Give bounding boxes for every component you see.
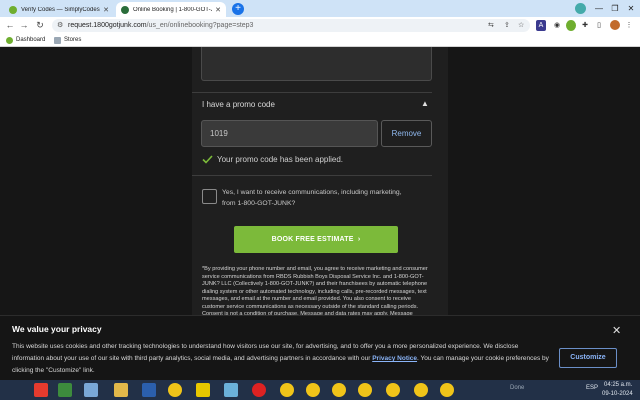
chrome-icon[interactable] xyxy=(306,383,320,397)
reload-icon[interactable]: ↻ xyxy=(34,17,46,34)
file-explorer-icon[interactable] xyxy=(114,383,128,397)
close-tab-icon[interactable]: ✕ xyxy=(103,6,109,14)
profile-badge-icon[interactable] xyxy=(575,3,586,14)
comments-textarea[interactable] xyxy=(201,47,432,81)
start-icon[interactable] xyxy=(34,383,48,397)
divider xyxy=(192,175,432,176)
bookmark-star-icon[interactable]: ☆ xyxy=(518,19,524,32)
bookmarks-bar: Dashboard Stores xyxy=(0,34,640,47)
promo-applied-message: Your promo code has been applied. xyxy=(202,155,343,164)
bookmark-label: Stores xyxy=(64,37,82,43)
bookmark-label: Dashboard xyxy=(16,37,46,43)
chrome-icon[interactable] xyxy=(168,383,182,397)
tab-title: Online Booking | 1-800-GOT-JUN xyxy=(133,6,213,13)
app-icon[interactable] xyxy=(84,383,98,397)
clock-date[interactable]: 09-10-2024 xyxy=(602,391,633,397)
menu-kebab-icon[interactable]: ⋮ xyxy=(624,20,634,31)
bookmark-stores[interactable]: Stores xyxy=(54,34,81,46)
browser-toolbar: ← → ↻ ⚙ request.1800gotjunk.com/us_en/on… xyxy=(0,17,640,34)
extension-eye-icon[interactable]: ◉ xyxy=(552,20,562,31)
applied-text: Your promo code has been applied. xyxy=(217,155,344,164)
chrome-icon[interactable] xyxy=(332,383,346,397)
checkmark-icon xyxy=(202,155,213,164)
chevron-up-icon[interactable]: ▲ xyxy=(421,99,429,108)
extension-a-icon[interactable]: A xyxy=(536,20,546,31)
simplycodes-favicon-icon xyxy=(9,5,17,14)
url-text: request.1800gotjunk.com/us_en/onlinebook… xyxy=(68,22,254,29)
browser-tab-bar: Verify Codes — SimplyCodes ✕ Online Book… xyxy=(0,0,640,17)
legal-fine-print: *By providing your phone number and emai… xyxy=(202,266,428,317)
close-window-icon[interactable]: ✕ xyxy=(622,0,640,17)
book-button-label: BOOK FREE ESTIMATE xyxy=(271,236,354,243)
chrome-icon[interactable] xyxy=(440,383,454,397)
app-icon[interactable] xyxy=(224,383,238,397)
consent-line: Yes, I want to receive communications, i… xyxy=(222,189,402,196)
customize-button[interactable]: Customize xyxy=(559,348,617,368)
cookie-title: We value your privacy xyxy=(12,324,102,334)
privacy-notice-link[interactable]: Privacy Notice xyxy=(372,355,417,362)
translate-icon[interactable]: ⇆ xyxy=(488,19,494,32)
cookie-text: This website uses cookies and other trac… xyxy=(12,341,552,377)
address-bar[interactable]: ⚙ request.1800gotjunk.com/us_en/onlinebo… xyxy=(52,19,530,32)
marketing-consent-checkbox[interactable] xyxy=(202,189,217,204)
close-icon[interactable]: ✕ xyxy=(612,324,621,337)
word-icon[interactable] xyxy=(142,383,156,397)
marketing-consent-label[interactable]: Yes, I want to receive communications, i… xyxy=(222,187,422,209)
chrome-icon[interactable] xyxy=(358,383,372,397)
chevron-right-icon: › xyxy=(355,236,361,243)
windows-taskbar: Done ESP 04:25 a.m. 09-10-2024 xyxy=(0,380,640,400)
profile-avatar[interactable] xyxy=(610,20,620,30)
bookmark-dashboard[interactable]: Dashboard xyxy=(6,34,45,46)
gotjunk-favicon-icon xyxy=(121,5,129,14)
folder-icon xyxy=(54,36,61,44)
share-icon[interactable]: ⇪ xyxy=(504,19,510,32)
dashboard-icon xyxy=(6,36,13,44)
cookie-banner: We value your privacy ✕ This website use… xyxy=(0,315,640,380)
chrome-icon[interactable] xyxy=(280,383,294,397)
chrome-icon[interactable] xyxy=(386,383,400,397)
language-indicator[interactable]: ESP xyxy=(586,385,598,391)
site-info-icon[interactable]: ⚙ xyxy=(57,19,63,32)
simplycodes-extension-icon[interactable] xyxy=(566,20,576,31)
promo-code-input[interactable]: 1019 xyxy=(201,120,378,147)
tab-title: Verify Codes — SimplyCodes xyxy=(21,6,100,13)
divider xyxy=(192,92,432,93)
chrome-icon[interactable] xyxy=(414,383,428,397)
extensions-puzzle-icon[interactable]: ✚ xyxy=(580,20,590,31)
forward-icon[interactable]: → xyxy=(18,17,30,34)
side-panel-icon[interactable]: ▯ xyxy=(594,20,604,31)
status-text: Done xyxy=(510,385,525,391)
tab-online-booking[interactable]: Online Booking | 1-800-GOT-JUN ✕ xyxy=(116,2,226,17)
app-icon[interactable] xyxy=(58,383,72,397)
consent-line: from 1-800-GOT-JUNK? xyxy=(222,200,296,207)
clock-time[interactable]: 04:25 a.m. xyxy=(604,382,632,388)
app-icon[interactable] xyxy=(196,383,210,397)
book-free-estimate-button[interactable]: BOOK FREE ESTIMATE › xyxy=(234,226,398,253)
tab-verify-codes[interactable]: Verify Codes — SimplyCodes ✕ xyxy=(4,2,114,17)
remove-promo-button[interactable]: Remove xyxy=(381,120,432,147)
opera-icon[interactable] xyxy=(252,383,266,397)
new-tab-button[interactable]: + xyxy=(232,3,244,15)
close-tab-icon[interactable]: ✕ xyxy=(215,6,221,14)
back-icon[interactable]: ← xyxy=(4,17,16,34)
promo-code-heading[interactable]: I have a promo code xyxy=(202,100,275,109)
